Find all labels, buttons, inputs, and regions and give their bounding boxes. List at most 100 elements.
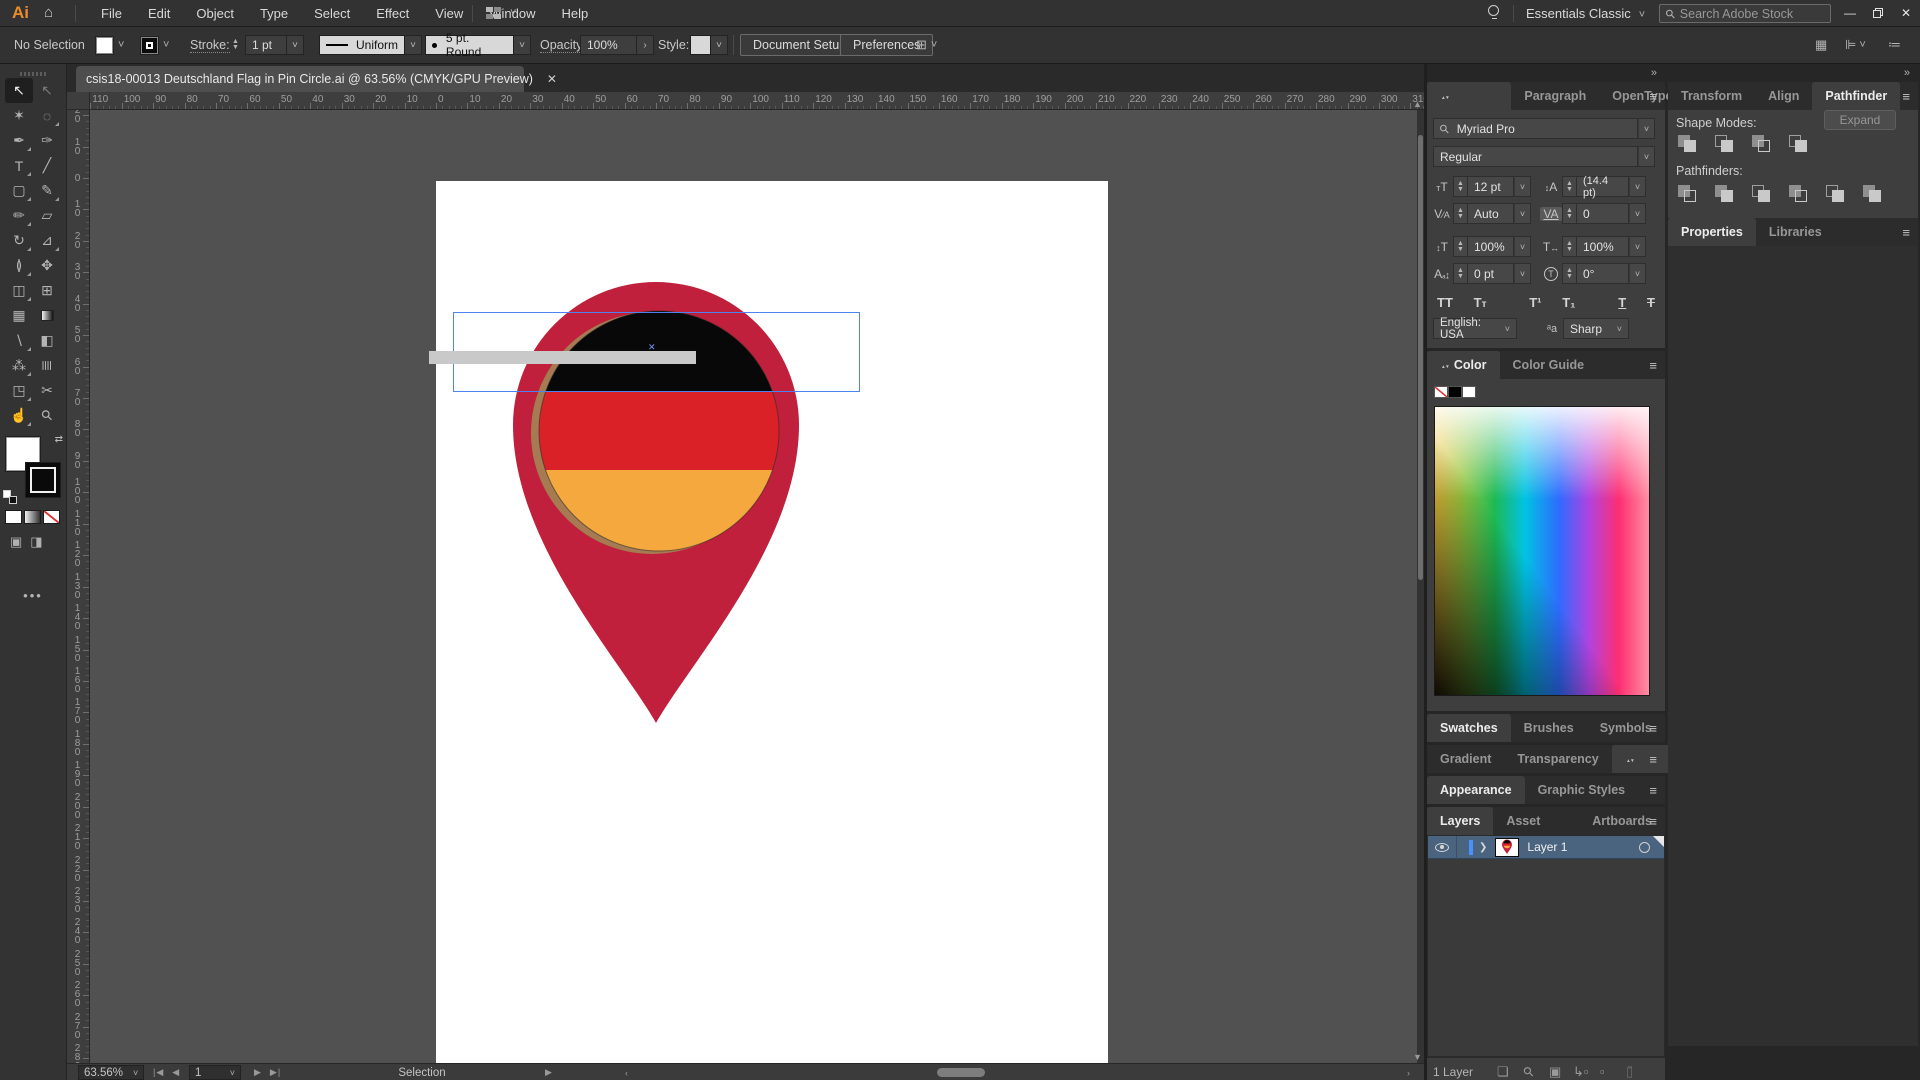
divide-button[interactable]: [1676, 184, 1700, 204]
menu-file[interactable]: File: [88, 0, 135, 27]
all-caps-button[interactable]: TT: [1437, 295, 1453, 310]
chevron-down-icon[interactable]: ˅: [1629, 203, 1646, 224]
none-button[interactable]: [43, 510, 60, 524]
baseline-shift-stepper[interactable]: ▲▼: [1453, 263, 1467, 284]
kerning-value[interactable]: Auto: [1467, 203, 1514, 224]
previous-artboard-icon[interactable]: ◀: [172, 1067, 180, 1078]
tab-swatches[interactable]: Swatches: [1427, 714, 1511, 742]
font-style-field[interactable]: Regular: [1433, 146, 1638, 167]
horizontal-scale-value[interactable]: 100%: [1576, 236, 1629, 257]
chevron-down-icon[interactable]: ˅: [1629, 176, 1646, 197]
tab-transparency[interactable]: Transparency: [1504, 745, 1611, 773]
screen-mode-icon[interactable]: ◨: [30, 534, 42, 550]
font-size-stepper[interactable]: ▲▼: [1453, 176, 1467, 197]
vertical-scroll-thumb[interactable]: [1418, 135, 1423, 580]
horizontal-scale-stepper[interactable]: ▲▼: [1562, 236, 1576, 257]
vertical-scrollbar[interactable]: ▲ ▼: [1417, 110, 1424, 1063]
none-swatch[interactable]: [1434, 386, 1448, 398]
artboard-number-field[interactable]: 1˅: [189, 1065, 241, 1080]
strikethrough-button[interactable]: T: [1647, 295, 1655, 310]
tab-appearance[interactable]: Appearance: [1427, 776, 1525, 804]
small-caps-button[interactable]: Tт: [1474, 295, 1487, 310]
tab-paragraph[interactable]: Paragraph: [1511, 82, 1599, 110]
chevron-down-icon[interactable]: ˅: [1514, 203, 1531, 224]
new-layer-icon[interactable]: ▫: [1600, 1064, 1605, 1079]
tab-gradient[interactable]: Gradient: [1427, 745, 1504, 773]
arrange-documents-icon[interactable]: [486, 7, 503, 20]
rectangle-tool-icon[interactable]: ▢: [5, 178, 33, 203]
baseline-shift-value[interactable]: 0 pt: [1467, 263, 1514, 284]
perspective-grid-tool-icon[interactable]: ⊞: [33, 278, 61, 303]
character-rotation-value[interactable]: 0°: [1576, 263, 1629, 284]
arrange-documents-icon[interactable]: ▦: [1815, 37, 1827, 53]
zoom-tool-icon[interactable]: ⚲: [33, 403, 61, 428]
chevron-down-icon[interactable]: ˅: [1629, 263, 1646, 284]
expand-layer-icon[interactable]: ❯: [1479, 842, 1487, 853]
anti-aliasing-field[interactable]: Sharp˅: [1563, 318, 1629, 339]
chevron-down-icon[interactable]: ˅: [163, 39, 169, 51]
stroke-weight-value[interactable]: 1 pt: [245, 35, 287, 55]
delete-layer-icon[interactable]: ▯̈: [1626, 1064, 1633, 1080]
font-family-field[interactable]: ⚲Myriad Pro: [1433, 118, 1638, 139]
selection-tool-icon[interactable]: ↖: [5, 78, 33, 103]
layer-target-circle[interactable]: [1639, 842, 1650, 853]
character-rotation-stepper[interactable]: ▲▼: [1562, 263, 1576, 284]
tab-color[interactable]: ▲▼Color: [1427, 351, 1500, 379]
scroll-left-icon[interactable]: ‹: [625, 1068, 629, 1078]
artboard-tool-icon[interactable]: ◳: [5, 378, 33, 403]
menu-edit[interactable]: Edit: [135, 0, 183, 27]
tab-layers[interactable]: Layers: [1427, 807, 1493, 835]
draw-normal-icon[interactable]: ▣: [10, 534, 22, 550]
gray-rectangle-object[interactable]: [429, 351, 696, 364]
color-spectrum[interactable]: [1434, 406, 1650, 696]
direct-selection-tool-icon[interactable]: ↖: [33, 78, 61, 103]
horizontal-ruler[interactable]: 1101009080706050403020100102030405060708…: [90, 92, 1424, 110]
layer-name[interactable]: Layer 1: [1527, 840, 1639, 854]
minimize-button[interactable]: —: [1836, 0, 1864, 26]
minus-front-button[interactable]: [1713, 134, 1737, 154]
eyedropper-tool-icon[interactable]: ∖: [5, 328, 33, 353]
tab-character[interactable]: ▲▼Character: [1427, 82, 1511, 110]
white-swatch[interactable]: [1462, 386, 1476, 398]
tracking-value[interactable]: 0: [1576, 203, 1629, 224]
illustrator-logo[interactable]: Ai: [12, 3, 29, 23]
chevron-down-icon[interactable]: ˅: [118, 39, 124, 51]
blend-tool-icon[interactable]: ◧: [33, 328, 61, 353]
panel-menu-icon[interactable]: ≡: [1649, 814, 1657, 829]
vertical-scale-value[interactable]: 100%: [1467, 236, 1514, 257]
leading-value[interactable]: (14.4 pt): [1576, 176, 1629, 197]
curvature-tool-icon[interactable]: ✑: [33, 128, 61, 153]
fill-color-swatch[interactable]: [96, 37, 113, 54]
home-icon[interactable]: ⌂: [44, 4, 53, 21]
new-sublayer-icon[interactable]: ↳▫: [1573, 1064, 1589, 1080]
first-artboard-icon[interactable]: |◀: [153, 1067, 164, 1078]
scale-tool-icon[interactable]: ⊿: [33, 228, 61, 253]
stroke-weight-stepper[interactable]: ▲▼: [229, 35, 242, 55]
chevron-down-icon[interactable]: ˅: [1514, 236, 1531, 257]
swap-fill-stroke-icon[interactable]: ⇄: [55, 434, 63, 445]
status-flyout-icon[interactable]: ▶: [545, 1067, 553, 1078]
make-mask-icon[interactable]: ▣: [1549, 1064, 1561, 1080]
last-artboard-icon[interactable]: ▶|: [270, 1067, 281, 1078]
discover-lightbulb-icon[interactable]: [1488, 5, 1500, 21]
vertical-scale-stepper[interactable]: ▲▼: [1453, 236, 1467, 257]
chevron-down-icon[interactable]: ˅: [711, 35, 728, 55]
menu-help[interactable]: Help: [548, 0, 601, 27]
chevron-down-icon[interactable]: ˅: [1514, 176, 1531, 197]
tab-align[interactable]: Align: [1755, 82, 1812, 110]
collapse-panels-icon[interactable]: »: [1904, 67, 1910, 79]
chevron-down-icon[interactable]: ˅: [931, 39, 937, 51]
zoom-level-field[interactable]: 63.56%˅: [78, 1065, 144, 1080]
panel-menu-icon[interactable]: ≡: [1649, 752, 1657, 767]
font-size-value[interactable]: 12 pt: [1467, 176, 1514, 197]
magic-wand-tool-icon[interactable]: ✶: [5, 103, 33, 128]
slice-tool-icon[interactable]: ✂: [33, 378, 61, 403]
superscript-button[interactable]: T¹: [1529, 295, 1541, 310]
scroll-down-icon[interactable]: ▼: [1413, 1052, 1422, 1062]
close-button[interactable]: ✕: [1892, 0, 1920, 26]
locate-object-icon[interactable]: ⚲: [1520, 1063, 1538, 1080]
free-transform-tool-icon[interactable]: ✥: [33, 253, 61, 278]
leading-stepper[interactable]: ▲▼: [1562, 176, 1576, 197]
basic-appearance-icon[interactable]: ⊞: [916, 37, 927, 53]
line-segment-tool-icon[interactable]: ╱: [33, 153, 61, 178]
